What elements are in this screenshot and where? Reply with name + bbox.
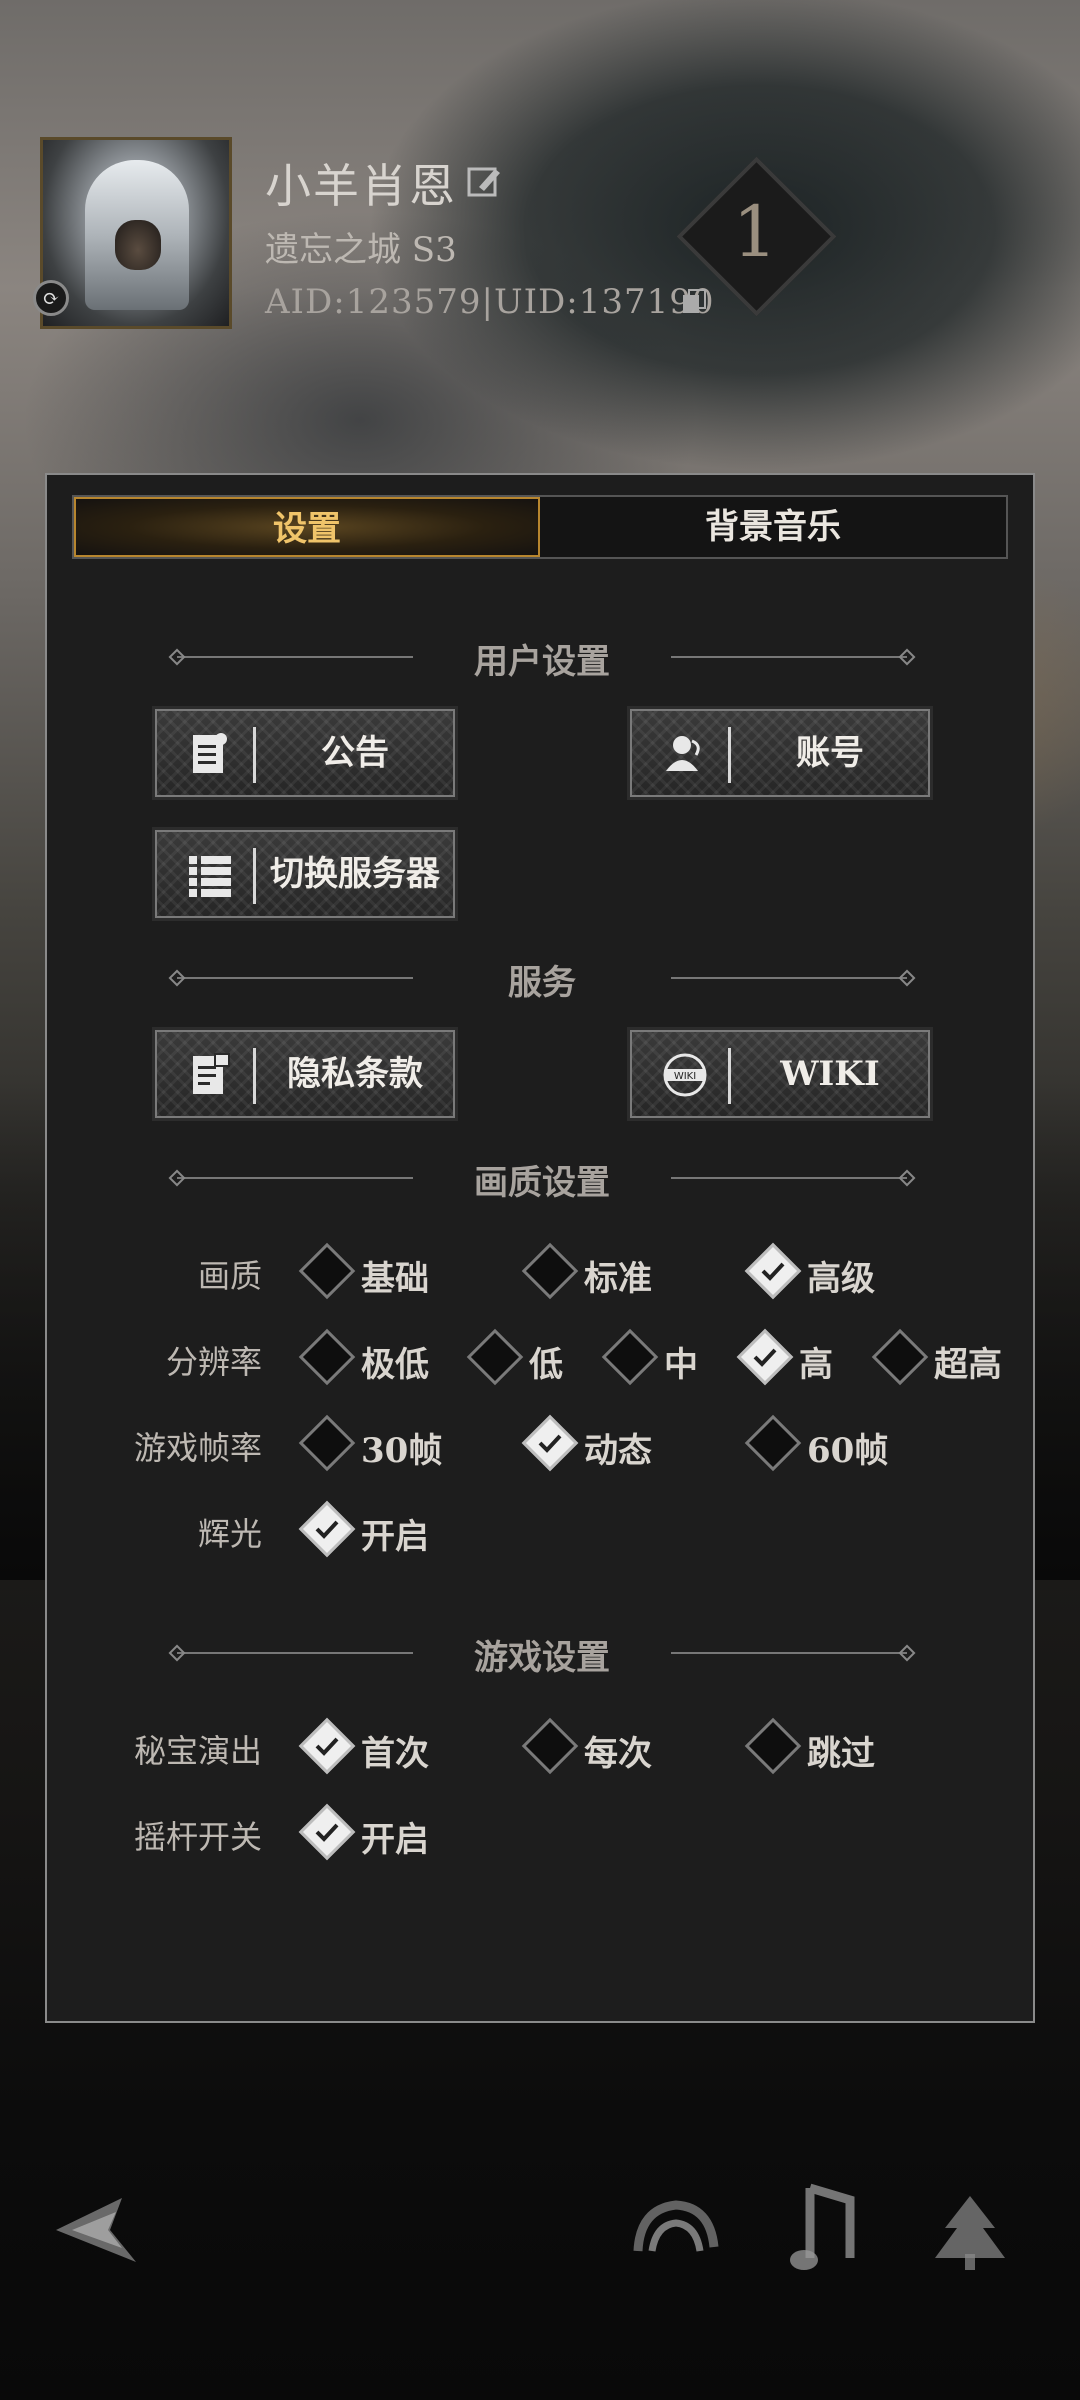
music-note-icon[interactable] [780, 2178, 870, 2278]
section-title: 用户设置 [474, 642, 610, 682]
back-arrow-icon[interactable] [52, 2190, 142, 2270]
document-icon [193, 733, 227, 773]
resolution-option-medium[interactable]: 中 [600, 1327, 710, 1387]
section-service: 服务 [168, 953, 916, 1003]
option-text: 30帧 [361, 1431, 443, 1471]
option-text: 首次 [361, 1734, 429, 1774]
framerate-option-30[interactable]: 30帧 [297, 1413, 447, 1473]
profile-header: ⟳ 小羊肖恩 遗忘之城 S3 AID:123579|UID:137190 1 [0, 0, 1080, 360]
switch-server-button[interactable]: 切换服务器 [152, 827, 458, 921]
option-text: 极低 [361, 1345, 429, 1385]
avatar-switch-icon[interactable]: ⟳ [33, 280, 69, 316]
section-title: 画质设置 [474, 1163, 610, 1203]
account-ids: AID:123579|UID:137190 [265, 282, 715, 322]
option-text: 开启 [361, 1820, 429, 1860]
player-name: 小羊肖恩 [265, 159, 457, 213]
tab-bar: 设置 背景音乐 [72, 495, 1008, 559]
resolution-option-very-low[interactable]: 极低 [297, 1327, 429, 1387]
quality-option-high[interactable]: 高级 [743, 1241, 893, 1301]
checkmark-icon [315, 1823, 339, 1842]
treasure-option-first[interactable]: 首次 [297, 1716, 447, 1776]
tree-emblem-icon[interactable] [925, 2188, 1015, 2278]
section-game-settings: 游戏设置 [168, 1628, 916, 1678]
wiki-button[interactable]: WIKI WIKI [627, 1027, 933, 1121]
avatar-face [115, 220, 161, 270]
option-text: 标准 [584, 1259, 652, 1299]
quality-option-standard[interactable]: 标准 [520, 1241, 670, 1301]
svg-text:WIKI: WIKI [674, 1071, 696, 1082]
section-quality-settings: 画质设置 [168, 1153, 916, 1203]
tab-background-music[interactable]: 背景音乐 [540, 497, 1006, 557]
checkmark-icon [315, 1520, 339, 1539]
treasure-option-every[interactable]: 每次 [520, 1716, 670, 1776]
section-user-settings: 用户设置 [168, 632, 916, 682]
cloud-emblem-icon[interactable] [630, 2185, 720, 2275]
wiki-label: WIKI [780, 1054, 880, 1094]
quality-option-basic[interactable]: 基础 [297, 1241, 447, 1301]
option-text: 动态 [584, 1431, 652, 1471]
checkmark-icon [315, 1737, 339, 1756]
treasure-option-skip[interactable]: 跳过 [743, 1716, 893, 1776]
checkmark-icon [538, 1434, 562, 1453]
glow-option-on[interactable]: 开启 [297, 1499, 447, 1559]
privacy-label: 隐私条款 [287, 1054, 423, 1094]
option-text: 低 [529, 1345, 563, 1385]
realm-label: 遗忘之城 S3 [265, 230, 457, 270]
account-button[interactable]: 账号 [627, 706, 933, 800]
checkmark-icon [761, 1262, 785, 1281]
user-icon [666, 736, 700, 771]
option-text: 超高 [934, 1345, 1002, 1385]
settings-panel: 设置 背景音乐 用户设置 公告 账号 切换服务器 服务 隐私条款 WIKI WI… [45, 473, 1035, 2023]
option-text: 基础 [361, 1259, 429, 1299]
framerate-label: 游戏帧率 [133, 1429, 262, 1467]
resolution-option-high[interactable]: 高 [735, 1327, 845, 1387]
framerate-option-dynamic[interactable]: 动态 [520, 1413, 670, 1473]
list-icon [189, 856, 231, 897]
option-text: 中 [664, 1345, 698, 1385]
joystick-option-on[interactable]: 开启 [297, 1802, 447, 1862]
option-text: 跳过 [807, 1734, 875, 1774]
copy-icon[interactable] [680, 288, 708, 316]
resolution-label: 分辨率 [165, 1343, 262, 1381]
privacy-button[interactable]: 隐私条款 [152, 1027, 458, 1121]
quality-label: 画质 [197, 1257, 262, 1295]
privacy-document-icon [193, 1053, 230, 1094]
section-title: 游戏设置 [474, 1638, 610, 1678]
account-label: 账号 [796, 733, 864, 773]
resolution-option-low[interactable]: 低 [465, 1327, 575, 1387]
announcement-button[interactable]: 公告 [152, 706, 458, 800]
switch-server-label: 切换服务器 [270, 854, 440, 894]
checkmark-icon [753, 1348, 777, 1367]
option-text: 60帧 [807, 1431, 889, 1471]
option-text: 高 [799, 1345, 833, 1385]
option-text: 每次 [584, 1734, 652, 1774]
tab-settings[interactable]: 设置 [74, 497, 540, 557]
treasure-label: 秘宝演出 [133, 1732, 262, 1770]
joystick-label: 摇杆开关 [133, 1818, 262, 1856]
announcement-label: 公告 [321, 733, 389, 773]
wiki-globe-icon: WIKI [663, 1053, 707, 1097]
edit-name-icon[interactable] [465, 163, 503, 201]
rank-number: 1 [732, 191, 778, 273]
option-text: 开启 [361, 1517, 429, 1557]
framerate-option-60[interactable]: 60帧 [743, 1413, 893, 1473]
resolution-option-ultra[interactable]: 超高 [870, 1327, 1020, 1387]
option-text: 高级 [807, 1259, 875, 1299]
section-title: 服务 [508, 963, 576, 1003]
glow-label: 辉光 [197, 1515, 262, 1553]
